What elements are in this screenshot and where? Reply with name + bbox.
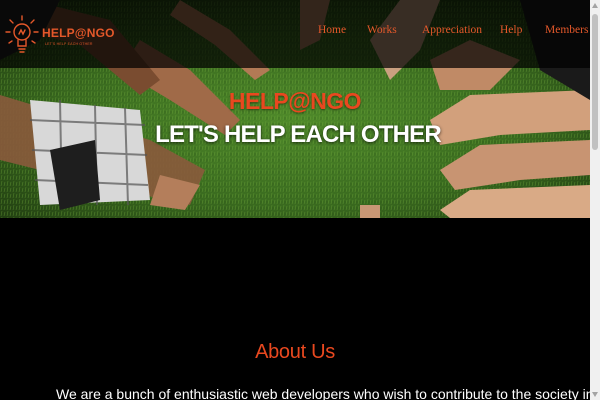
about-paragraph: We are a bunch of enthusiastic web devel… bbox=[56, 386, 596, 400]
nav-appreciation[interactable]: Appreciation bbox=[422, 24, 482, 36]
nav-works[interactable]: Works bbox=[367, 24, 397, 36]
nav-members[interactable]: Members bbox=[545, 24, 588, 36]
navbar: HELP@NGO LET'S HELP EACH OTHER Home Work… bbox=[0, 0, 590, 68]
logo-tagline: LET'S HELP EACH OTHER bbox=[45, 42, 93, 46]
scroll-up-arrow-icon[interactable] bbox=[592, 3, 598, 8]
hero-title: HELP@NGO bbox=[228, 88, 362, 114]
hero-section: HELP@NGO LET'S HELP EACH OTHER Home Work… bbox=[0, 0, 590, 218]
nav-home[interactable]: Home bbox=[318, 24, 346, 36]
scrollbar-thumb[interactable] bbox=[592, 14, 598, 150]
about-heading: About Us bbox=[255, 341, 335, 363]
logo[interactable]: HELP@NGO LET'S HELP EACH OTHER bbox=[3, 10, 115, 60]
page: HELP@NGO LET'S HELP EACH OTHER Home Work… bbox=[0, 0, 600, 400]
scroll-down-arrow-icon[interactable] bbox=[592, 392, 598, 397]
hero-subtitle: LET'S HELP EACH OTHER bbox=[155, 121, 442, 148]
lightbulb-icon bbox=[5, 15, 39, 53]
logo-title: HELP@NGO bbox=[42, 26, 115, 40]
nav-help[interactable]: Help bbox=[500, 24, 522, 36]
